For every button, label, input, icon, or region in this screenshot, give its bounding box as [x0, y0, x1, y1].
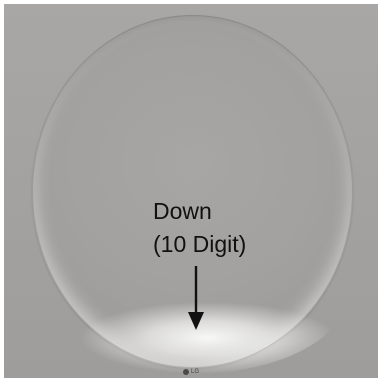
- direction-annotation: Down (10 Digit): [153, 195, 246, 261]
- logo-text: LG: [191, 369, 200, 375]
- logo-mark: [183, 369, 189, 375]
- annotation-line-1: Down: [153, 198, 212, 224]
- arrow-down-icon: [188, 266, 204, 330]
- photo-frame: Down (10 Digit) LG: [0, 0, 381, 382]
- annotation-line-2: (10 Digit): [153, 231, 247, 257]
- brand-logo-icon: LG: [183, 369, 199, 375]
